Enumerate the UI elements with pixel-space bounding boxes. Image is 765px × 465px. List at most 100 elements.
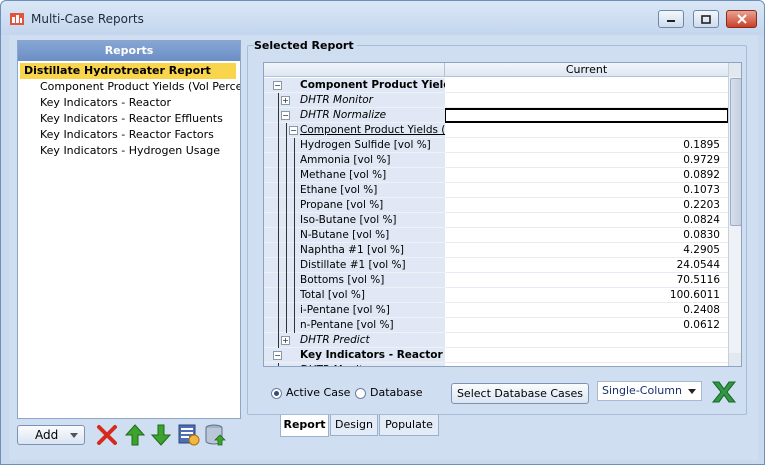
row-value[interactable]: 0.1073 (445, 183, 728, 198)
row-value[interactable] (445, 108, 728, 123)
move-down-icon[interactable] (149, 423, 173, 447)
tab-report[interactable]: Report (280, 415, 329, 437)
row-label: Naphtha #1 [vol %] (300, 244, 405, 256)
tree-item-key-indicators-reactor-effluents[interactable]: Key Indicators - Reactor Effluents (40, 111, 223, 127)
row-value[interactable]: 0.0824 (445, 213, 728, 228)
reports-panel: Reports Distillate Hydrotreater Report C… (17, 40, 241, 419)
tab-populate[interactable]: Populate (379, 415, 439, 436)
row-value[interactable]: 0.2408 (445, 303, 728, 318)
row-value[interactable]: 0.0612 (445, 318, 728, 333)
collapse-icon[interactable]: − (273, 351, 282, 360)
table-row[interactable]: Ethane [vol %] 0.1073 (264, 183, 728, 198)
minimize-button[interactable] (658, 10, 684, 28)
database-icon[interactable] (203, 423, 227, 447)
row-value[interactable]: 70.5116 (445, 273, 728, 288)
row-label-cell: Propane [vol %] (264, 198, 445, 213)
tree-item-distillate-hydrotreater-report[interactable]: Distillate Hydrotreater Report (20, 63, 236, 79)
chevron-down-icon (70, 433, 78, 438)
table-row[interactable]: Hydrogen Sulfide [vol %] 0.1895 (264, 138, 728, 153)
table-row[interactable]: + DHTR Monitor (264, 93, 728, 108)
table-row[interactable]: Total [vol %] 100.6011 (264, 288, 728, 303)
table-row[interactable]: Methane [vol %] 0.0892 (264, 168, 728, 183)
table-row[interactable]: i-Pentane [vol %] 0.2408 (264, 303, 728, 318)
column-header-current[interactable]: Current (444, 63, 728, 77)
add-button-label: Add (35, 428, 59, 442)
scroll-down-arrow[interactable] (729, 353, 741, 366)
vertical-scrollbar[interactable] (728, 63, 741, 366)
row-value[interactable] (445, 123, 728, 138)
table-row[interactable]: − Key Indicators - Reactor (264, 348, 728, 363)
tree-guide-line (286, 258, 287, 273)
row-value[interactable] (445, 363, 728, 366)
tree-item-key-indicators-reactor-factors[interactable]: Key Indicators - Reactor Factors (40, 127, 214, 143)
tree-guide-line (278, 303, 279, 318)
row-value[interactable]: 0.9729 (445, 153, 728, 168)
tree-guide-line (294, 243, 295, 258)
expand-icon[interactable]: + (281, 96, 290, 105)
row-label-cell: − Key Indicators - Reactor (264, 348, 445, 363)
table-row[interactable]: − Component Product Yields (V (264, 123, 728, 138)
table-row[interactable]: Iso-Butane [vol %] 0.0824 (264, 213, 728, 228)
tree-guide-line (294, 318, 295, 333)
row-label-cell: + DHTR Monitor (264, 363, 445, 367)
collapse-icon[interactable]: − (273, 81, 282, 90)
tree-item-key-indicators-hydrogen-usage[interactable]: Key Indicators - Hydrogen Usage (40, 143, 220, 159)
selected-report-label: Selected Report (254, 39, 357, 52)
move-up-icon[interactable] (123, 423, 147, 447)
row-label: N-Butane [vol %] (300, 229, 390, 241)
report-settings-icon[interactable] (177, 423, 201, 447)
row-value[interactable] (445, 78, 728, 93)
add-button[interactable]: Add (17, 425, 85, 445)
table-row[interactable]: + DHTR Monitor (264, 363, 728, 367)
layout-select[interactable]: Single-Column (597, 381, 702, 401)
scroll-thumb[interactable] (730, 78, 741, 226)
row-value[interactable]: 4.2905 (445, 243, 728, 258)
table-row[interactable]: n-Pentane [vol %] 0.0612 (264, 318, 728, 333)
table-row[interactable]: − DHTR Normalize (264, 108, 728, 123)
scroll-up-arrow[interactable] (729, 63, 741, 77)
active-case-radio[interactable] (271, 388, 282, 399)
row-value[interactable]: 0.0892 (445, 168, 728, 183)
tree-item-key-indicators-reactor[interactable]: Key Indicators - Reactor (40, 95, 171, 111)
table-row[interactable]: Propane [vol %] 0.2203 (264, 198, 728, 213)
row-value[interactable] (445, 333, 728, 348)
row-value[interactable]: 0.0830 (445, 228, 728, 243)
maximize-button[interactable] (693, 10, 719, 28)
excel-export-icon[interactable] (711, 380, 737, 404)
table-row[interactable]: Naphtha #1 [vol %] 4.2905 (264, 243, 728, 258)
tree-guide-line (294, 288, 295, 303)
collapse-icon[interactable]: − (289, 126, 298, 135)
row-label: Key Indicators - Reactor (300, 349, 443, 361)
tab-design[interactable]: Design (330, 415, 378, 436)
tree-item-component-product-yields[interactable]: Component Product Yields (Vol Percen (40, 79, 240, 95)
delete-icon[interactable] (95, 423, 119, 447)
expand-icon[interactable]: + (281, 366, 290, 367)
table-row[interactable]: Bottoms [vol %] 70.5116 (264, 273, 728, 288)
row-value[interactable]: 100.6011 (445, 288, 728, 303)
table-row[interactable]: Ammonia [vol %] 0.9729 (264, 153, 728, 168)
row-label-cell: Methane [vol %] (264, 168, 445, 183)
row-value[interactable]: 0.2203 (445, 198, 728, 213)
close-icon (736, 14, 747, 24)
collapse-icon[interactable]: − (281, 111, 290, 120)
report-grid[interactable]: Current − Component Product Yields (+ DHTR… (263, 62, 742, 367)
row-value[interactable]: 24.0544 (445, 258, 728, 273)
row-label: DHTR Normalize (300, 109, 387, 121)
row-label: DHTR Monitor (300, 363, 445, 366)
layout-select-value: Single-Column (602, 384, 682, 397)
tree-guide-line (278, 318, 279, 333)
row-value[interactable] (445, 348, 728, 363)
tree-guide-line (294, 228, 295, 243)
database-radio[interactable] (355, 388, 366, 399)
select-database-cases-button[interactable]: Select Database Cases (451, 383, 589, 404)
row-label: Distillate #1 [vol %] (300, 259, 406, 271)
close-button[interactable] (726, 10, 757, 28)
row-value[interactable] (445, 93, 728, 108)
row-label: n-Pentane [vol %] (300, 319, 394, 331)
table-row[interactable]: Distillate #1 [vol %] 24.0544 (264, 258, 728, 273)
table-row[interactable]: + DHTR Predict (264, 333, 728, 348)
row-value[interactable]: 0.1895 (445, 138, 728, 153)
table-row[interactable]: N-Butane [vol %] 0.0830 (264, 228, 728, 243)
expand-icon[interactable]: + (281, 336, 290, 345)
table-row[interactable]: − Component Product Yields ( (264, 78, 728, 93)
